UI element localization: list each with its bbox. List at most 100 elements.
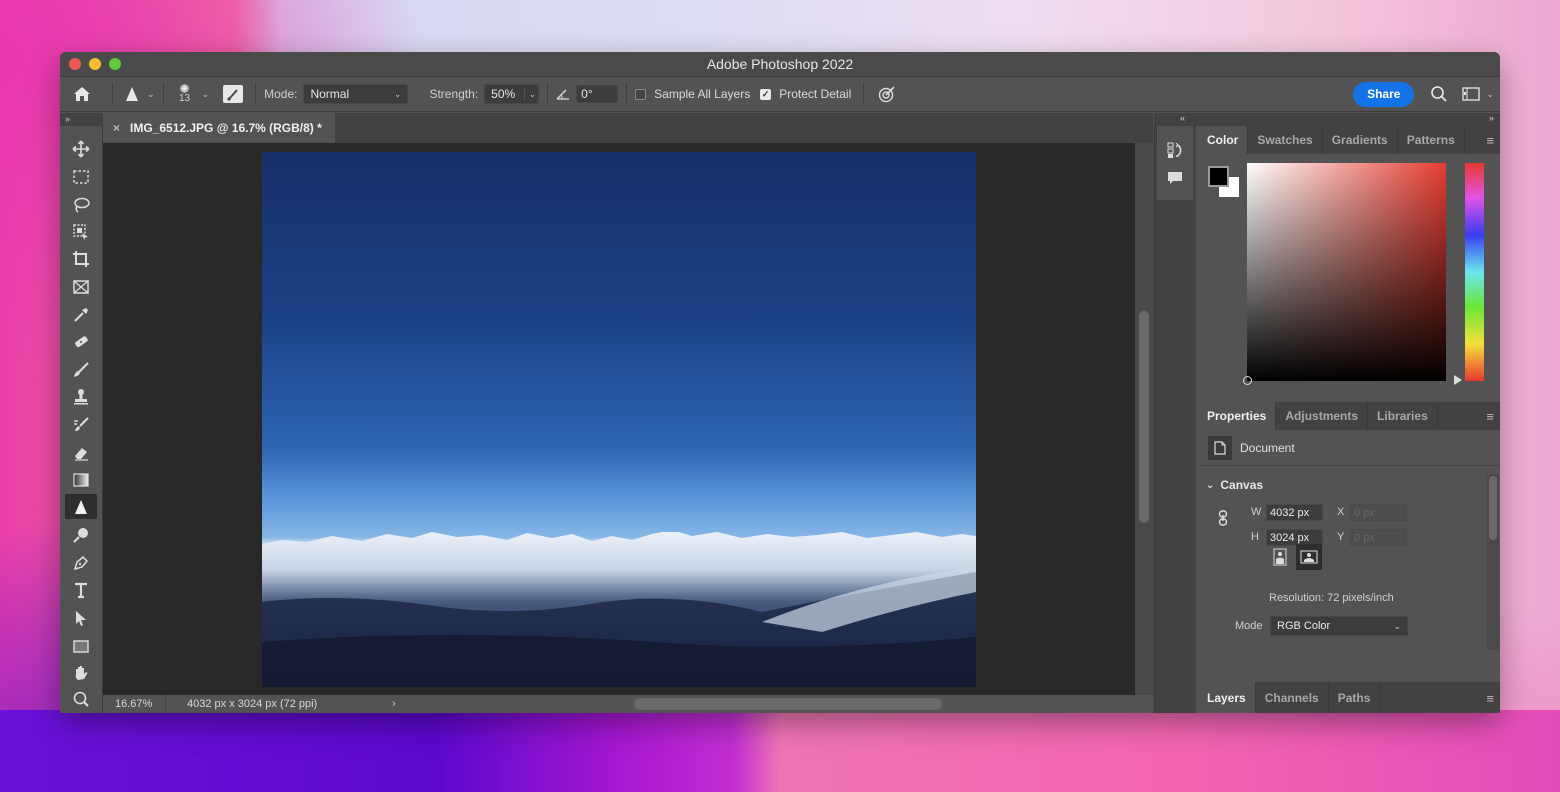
properties-scroll-thumb[interactable]: [1489, 476, 1497, 540]
panel-menu-icon[interactable]: ≡: [1486, 409, 1494, 424]
canvas-y-input[interactable]: 0 px: [1350, 529, 1407, 546]
toolbar-collapse-button[interactable]: »: [60, 113, 103, 126]
hue-slider-handle[interactable]: [1454, 375, 1462, 385]
tab-layers[interactable]: Layers: [1198, 682, 1256, 713]
divider: [255, 83, 257, 105]
object-selection-tool[interactable]: [65, 219, 97, 244]
healing-brush-tool[interactable]: [65, 329, 97, 354]
expand-panels-button[interactable]: »: [1489, 113, 1494, 123]
mode-label: Mode:: [264, 87, 298, 101]
zoom-tool[interactable]: [65, 686, 97, 711]
dodge-tool[interactable]: [65, 522, 97, 547]
brush-settings-button[interactable]: [223, 85, 244, 103]
lasso-tool[interactable]: [65, 192, 97, 217]
bandage-icon: [75, 335, 88, 347]
document-image[interactable]: [262, 152, 976, 687]
tab-swatches[interactable]: Swatches: [1248, 126, 1323, 154]
tool-preset-picker[interactable]: [121, 86, 143, 102]
desktop-wallpaper: [0, 710, 1560, 792]
chevron-down-icon[interactable]: ⌄: [202, 89, 210, 100]
rectangle-tool[interactable]: [65, 633, 97, 658]
eraser-tool[interactable]: [65, 440, 97, 465]
crop-tool[interactable]: [65, 246, 97, 271]
color-mode-select[interactable]: RGB Color ⌄: [1270, 616, 1408, 636]
eraser-icon: [75, 447, 88, 461]
document-tab[interactable]: × IMG_6512.JPG @ 16.7% (RGB/8) *: [103, 113, 335, 143]
workspace-button[interactable]: [1462, 87, 1481, 101]
close-document-icon[interactable]: ×: [113, 121, 120, 135]
link-icon: [1218, 510, 1228, 526]
rectangular-marquee-tool[interactable]: [65, 164, 97, 189]
strength-value: 50%: [491, 87, 516, 101]
brush-tool[interactable]: [65, 357, 97, 382]
hand-tool[interactable]: [65, 660, 97, 685]
pressure-button[interactable]: [878, 85, 896, 103]
search-icon: [1431, 86, 1448, 102]
hue-slider[interactable]: [1465, 163, 1484, 381]
tab-channels[interactable]: Channels: [1256, 682, 1329, 713]
zoom-icon: [73, 691, 89, 707]
chevron-down-icon[interactable]: ⌄: [1486, 89, 1494, 100]
panel-dock-header: « »: [1154, 113, 1500, 126]
type-tool[interactable]: [65, 577, 97, 602]
hand-icon: [75, 665, 88, 680]
gradient-tool[interactable]: [65, 467, 97, 492]
home-button[interactable]: [60, 86, 104, 102]
collapse-panels-button[interactable]: «: [1180, 113, 1185, 123]
protect-detail-checkbox[interactable]: ✓: [760, 88, 772, 100]
pen-tool[interactable]: [65, 550, 97, 575]
clone-stamp-tool[interactable]: [65, 384, 97, 409]
minimize-window-button[interactable]: [89, 58, 101, 70]
tab-paths[interactable]: Paths: [1329, 682, 1381, 713]
move-tool[interactable]: [65, 136, 97, 161]
color-picker-marker[interactable]: [1243, 376, 1252, 385]
tab-gradients[interactable]: Gradients: [1323, 126, 1398, 154]
brush-icon: [74, 361, 89, 377]
foreground-color-swatch[interactable]: [1208, 166, 1229, 187]
history-brush-tool[interactable]: [65, 412, 97, 437]
canvas-x-input[interactable]: 0 px: [1350, 504, 1407, 521]
history-panel-button[interactable]: [1165, 140, 1185, 160]
saturation-brightness-field[interactable]: [1243, 163, 1446, 385]
angle-input[interactable]: 0°: [576, 85, 619, 103]
frame-icon: [73, 279, 89, 294]
tab-color[interactable]: Color: [1198, 126, 1249, 154]
close-window-button[interactable]: [69, 58, 81, 70]
search-button[interactable]: [1430, 85, 1448, 103]
strength-field[interactable]: 50% ⌄: [484, 84, 540, 104]
layers-panel: Layers Channels Paths ≡: [1198, 682, 1500, 713]
landscape-orientation-button[interactable]: [1296, 544, 1322, 570]
canvas-area[interactable]: [103, 143, 1135, 695]
chevron-down-icon[interactable]: ⌄: [523, 88, 536, 100]
protect-detail-label: Protect Detail: [779, 87, 852, 101]
vertical-scrollbar[interactable]: [1135, 143, 1154, 695]
sharpen-tool[interactable]: [65, 494, 97, 519]
panel-menu-icon[interactable]: ≡: [1486, 133, 1494, 148]
properties-scrollbar[interactable]: [1487, 474, 1499, 650]
status-menu-arrow[interactable]: ›: [392, 698, 396, 710]
frame-tool[interactable]: [65, 274, 97, 299]
portrait-orientation-button[interactable]: [1269, 546, 1291, 568]
chevron-down-icon: ⌄: [1206, 479, 1215, 491]
path-selection-tool[interactable]: [65, 605, 97, 630]
zoom-level[interactable]: 16.67%: [103, 695, 166, 713]
mode-select[interactable]: Normal ⌄: [303, 84, 409, 104]
tab-adjustments[interactable]: Adjustments: [1276, 402, 1369, 430]
link-dimensions-button[interactable]: [1218, 510, 1228, 531]
eyedropper-tool[interactable]: [65, 302, 97, 327]
panel-menu-icon[interactable]: ≡: [1486, 691, 1494, 706]
horizontal-scroll-thumb[interactable]: [634, 698, 942, 710]
share-button[interactable]: Share: [1353, 81, 1415, 107]
maximize-window-button[interactable]: [109, 58, 121, 70]
vertical-scroll-thumb[interactable]: [1139, 311, 1149, 523]
comments-panel-button[interactable]: [1165, 168, 1185, 188]
angle-icon: [556, 88, 570, 100]
brush-preset-picker[interactable]: 13: [172, 84, 198, 104]
tab-properties[interactable]: Properties: [1198, 402, 1277, 430]
tab-libraries[interactable]: Libraries: [1368, 402, 1438, 430]
sample-all-layers-checkbox[interactable]: [635, 88, 647, 100]
canvas-width-input[interactable]: 4032 px: [1266, 504, 1323, 521]
tab-patterns[interactable]: Patterns: [1398, 126, 1465, 154]
chevron-down-icon[interactable]: ⌄: [147, 89, 155, 100]
canvas-section-toggle[interactable]: ⌄ Canvas: [1206, 478, 1263, 492]
